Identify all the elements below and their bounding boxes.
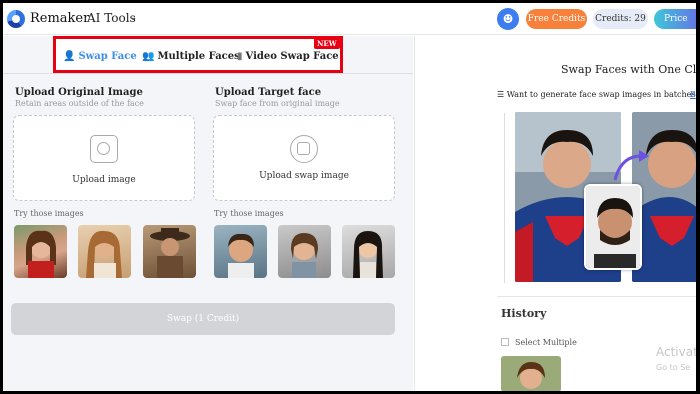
- source-face-image: [586, 186, 640, 268]
- tab-video-swap-face[interactable]: ▮ Video Swap Face: [237, 51, 339, 62]
- user-icon: 👤: [63, 51, 76, 62]
- history-title: History: [501, 307, 547, 320]
- select-multiple-toggle[interactable]: Select Multiple: [501, 338, 577, 347]
- credits-badge[interactable]: Credits: 29: [593, 9, 648, 29]
- superhero-after-image: [632, 112, 700, 282]
- remaker-logo-icon[interactable]: [7, 10, 25, 28]
- target-title: Upload Target face: [215, 87, 322, 98]
- tab-video-swap-face-label: Video Swap Face: [245, 51, 339, 62]
- chevron-down-icon[interactable]: ⌄: [129, 12, 137, 23]
- swap-button[interactable]: Swap (1 Credit): [11, 303, 395, 335]
- woman-headshot-image: [291, 233, 318, 278]
- upload-target-dropzone[interactable]: Upload swap image: [213, 115, 395, 201]
- face-target-icon: [290, 135, 318, 163]
- tab-multiple-faces[interactable]: 👥 Multiple Faces: [142, 51, 240, 62]
- activation-watermark: Activat: [656, 345, 698, 359]
- activation-watermark-sub: Go to Se: [656, 363, 691, 372]
- history-item[interactable]: [501, 356, 561, 392]
- blonde-woman-image: [86, 230, 122, 278]
- tab-swap-face[interactable]: 👤 Swap Face: [63, 51, 137, 62]
- tab-swap-face-label: Swap Face: [78, 51, 137, 62]
- tabs-divider: [3, 73, 413, 74]
- sample-target-3[interactable]: [342, 225, 395, 278]
- batch-prompt: ☰ Want to generate face swap images in b…: [497, 90, 700, 99]
- sample-original-1[interactable]: [14, 225, 67, 278]
- new-badge: NEW: [314, 38, 340, 49]
- price-button[interactable]: Price: [654, 9, 700, 29]
- original-try-label: Try those images: [14, 209, 84, 218]
- select-multiple-label: Select Multiple: [515, 338, 577, 347]
- demo-source-face: [584, 184, 642, 270]
- upload-original-dropzone[interactable]: Upload image: [13, 115, 195, 201]
- history-thumbnail-image: [501, 356, 561, 392]
- upload-original-label: Upload image: [72, 175, 136, 185]
- woman-portrait-image: [26, 230, 56, 278]
- upload-target-label: Upload swap image: [259, 171, 349, 181]
- video-icon: ▮: [237, 51, 243, 62]
- target-subtitle: Swap face from original image: [215, 99, 340, 108]
- demo-after-image: [632, 112, 700, 282]
- tab-multiple-faces-label: Multiple Faces: [157, 51, 240, 62]
- history-divider: [497, 296, 697, 297]
- preview-title: Swap Faces with One Click: [561, 63, 700, 76]
- batch-link[interactable]: B: [690, 90, 696, 99]
- target-try-label: Try those images: [214, 209, 284, 218]
- free-credits-button[interactable]: Free Credits: [526, 9, 587, 29]
- young-man-image: [228, 233, 254, 278]
- original-subtitle: Retain areas outside of the face: [15, 99, 144, 108]
- community-icon[interactable]: ☻: [497, 8, 519, 30]
- tool-tabs: 👤 Swap Face 👥 Multiple Faces ▮ Video Swap F…: [53, 36, 343, 73]
- face-scan-icon: [90, 135, 118, 163]
- top-header: Remaker AI Tools ⌄ ☻ Free Credits Credit…: [3, 3, 700, 35]
- users-icon: 👥: [142, 51, 155, 62]
- batch-text: Want to generate face swap images in bat…: [506, 90, 700, 99]
- brand-name[interactable]: Remaker: [30, 11, 89, 26]
- cowboy-image: [150, 228, 190, 278]
- sample-original-3[interactable]: [143, 225, 196, 278]
- checkbox-icon[interactable]: [501, 338, 509, 346]
- preview-divider: [504, 113, 505, 283]
- original-title: Upload Original Image: [15, 87, 143, 98]
- sample-target-2[interactable]: [278, 225, 331, 278]
- swap-panel: 👤 Swap Face 👥 Multiple Faces ▮ Video Swap F…: [3, 36, 413, 391]
- layers-icon: ☰: [497, 90, 507, 99]
- asian-woman-image: [353, 231, 383, 278]
- preview-panel: Swap Faces with One Click ☰ Want to gene…: [414, 36, 700, 392]
- arrow-icon: [613, 150, 649, 181]
- sample-target-1[interactable]: [214, 225, 267, 278]
- sample-original-2[interactable]: [78, 225, 131, 278]
